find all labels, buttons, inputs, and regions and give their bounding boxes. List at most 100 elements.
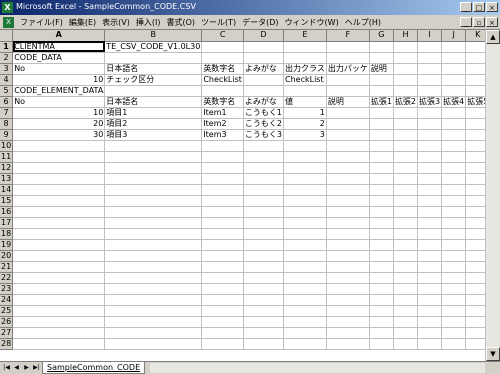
cell[interactable]	[326, 41, 370, 53]
cell[interactable]	[104, 305, 203, 317]
cell[interactable]	[12, 305, 106, 317]
cell[interactable]	[417, 195, 443, 207]
cell[interactable]	[326, 206, 370, 218]
cell[interactable]: 1	[283, 107, 327, 119]
cell[interactable]: 10	[12, 74, 106, 86]
cell[interactable]: 説明	[326, 96, 370, 108]
cell[interactable]	[243, 228, 285, 240]
cell[interactable]	[201, 294, 244, 306]
menu-item[interactable]: 書式(O)	[163, 17, 198, 28]
cell[interactable]	[283, 173, 327, 185]
cell[interactable]	[104, 338, 203, 350]
cell[interactable]	[465, 162, 485, 174]
menu-item[interactable]: ツール(T)	[198, 17, 239, 28]
cell[interactable]	[243, 41, 285, 53]
cell[interactable]	[417, 74, 443, 86]
cell[interactable]: 20	[12, 118, 106, 130]
excel-app-icon[interactable]: X	[2, 2, 13, 13]
cell[interactable]	[326, 74, 370, 86]
cell[interactable]	[393, 316, 419, 328]
cell[interactable]: CODE_ELEMENT_DATA	[12, 85, 106, 97]
cell[interactable]	[369, 305, 394, 317]
cell[interactable]	[12, 228, 106, 240]
cell[interactable]	[12, 140, 106, 152]
cell[interactable]	[417, 250, 443, 262]
cell[interactable]: 日本語名	[104, 96, 203, 108]
cell[interactable]	[393, 239, 419, 251]
cell[interactable]	[326, 52, 370, 64]
cell[interactable]	[201, 239, 244, 251]
cell[interactable]	[465, 118, 485, 130]
cell[interactable]: 日本語名	[104, 63, 203, 75]
cell[interactable]	[201, 85, 244, 97]
cell[interactable]	[393, 173, 419, 185]
cell[interactable]	[465, 140, 485, 152]
cell[interactable]	[369, 338, 394, 350]
cell[interactable]	[417, 173, 443, 185]
row-header[interactable]: 7	[0, 107, 14, 119]
cell[interactable]	[326, 239, 370, 251]
cell[interactable]: CheckList	[201, 74, 244, 86]
cell[interactable]	[393, 184, 419, 196]
cell[interactable]	[12, 327, 106, 339]
vertical-scrollbar[interactable]: ▲ ▼	[485, 30, 500, 361]
column-header[interactable]: J	[441, 30, 467, 42]
cell[interactable]: 拡張2	[393, 96, 419, 108]
cell[interactable]	[369, 118, 394, 130]
cell[interactable]	[393, 129, 419, 141]
cell[interactable]	[12, 294, 106, 306]
cell[interactable]	[465, 272, 485, 284]
cell[interactable]: 拡張1	[369, 96, 394, 108]
row-header[interactable]: 14	[0, 184, 14, 196]
cell[interactable]	[104, 85, 203, 97]
cell[interactable]	[417, 316, 443, 328]
cell[interactable]	[243, 327, 285, 339]
cell[interactable]	[441, 272, 467, 284]
cell[interactable]	[369, 316, 394, 328]
cell[interactable]	[369, 151, 394, 163]
cell[interactable]	[465, 206, 485, 218]
cell[interactable]	[393, 338, 419, 350]
cell[interactable]	[393, 195, 419, 207]
cell[interactable]	[441, 305, 467, 317]
cell[interactable]	[465, 85, 485, 97]
cell[interactable]	[326, 140, 370, 152]
row-header[interactable]: 24	[0, 294, 14, 306]
cell[interactable]	[465, 261, 485, 273]
cell[interactable]	[441, 195, 467, 207]
cell[interactable]	[369, 195, 394, 207]
cell[interactable]	[326, 283, 370, 295]
cell[interactable]	[12, 272, 106, 284]
doc-minimize-button[interactable]: _	[460, 17, 472, 27]
cell[interactable]	[283, 239, 327, 251]
cell[interactable]	[441, 206, 467, 218]
cell[interactable]	[201, 338, 244, 350]
cell[interactable]	[201, 41, 244, 53]
cell[interactable]	[326, 305, 370, 317]
row-header[interactable]: 18	[0, 228, 14, 240]
column-header[interactable]: F	[326, 30, 370, 42]
cell[interactable]	[465, 217, 485, 229]
cell[interactable]	[201, 250, 244, 262]
cell[interactable]	[393, 294, 419, 306]
cell[interactable]	[326, 228, 370, 240]
cell[interactable]	[369, 250, 394, 262]
cell[interactable]	[243, 239, 285, 251]
cell[interactable]	[393, 52, 419, 64]
cell[interactable]	[201, 283, 244, 295]
cell[interactable]	[326, 129, 370, 141]
row-header[interactable]: 9	[0, 129, 14, 141]
cell[interactable]	[465, 338, 485, 350]
cell[interactable]: 説明	[369, 63, 394, 75]
cell[interactable]	[12, 151, 106, 163]
cell[interactable]	[441, 52, 467, 64]
cell[interactable]	[283, 162, 327, 174]
cell[interactable]	[326, 272, 370, 284]
cell[interactable]: よみがな	[243, 96, 285, 108]
cell[interactable]	[369, 283, 394, 295]
cell[interactable]	[393, 305, 419, 317]
cell[interactable]	[243, 250, 285, 262]
cell[interactable]	[201, 327, 244, 339]
cell[interactable]	[104, 52, 203, 64]
cell[interactable]	[417, 272, 443, 284]
